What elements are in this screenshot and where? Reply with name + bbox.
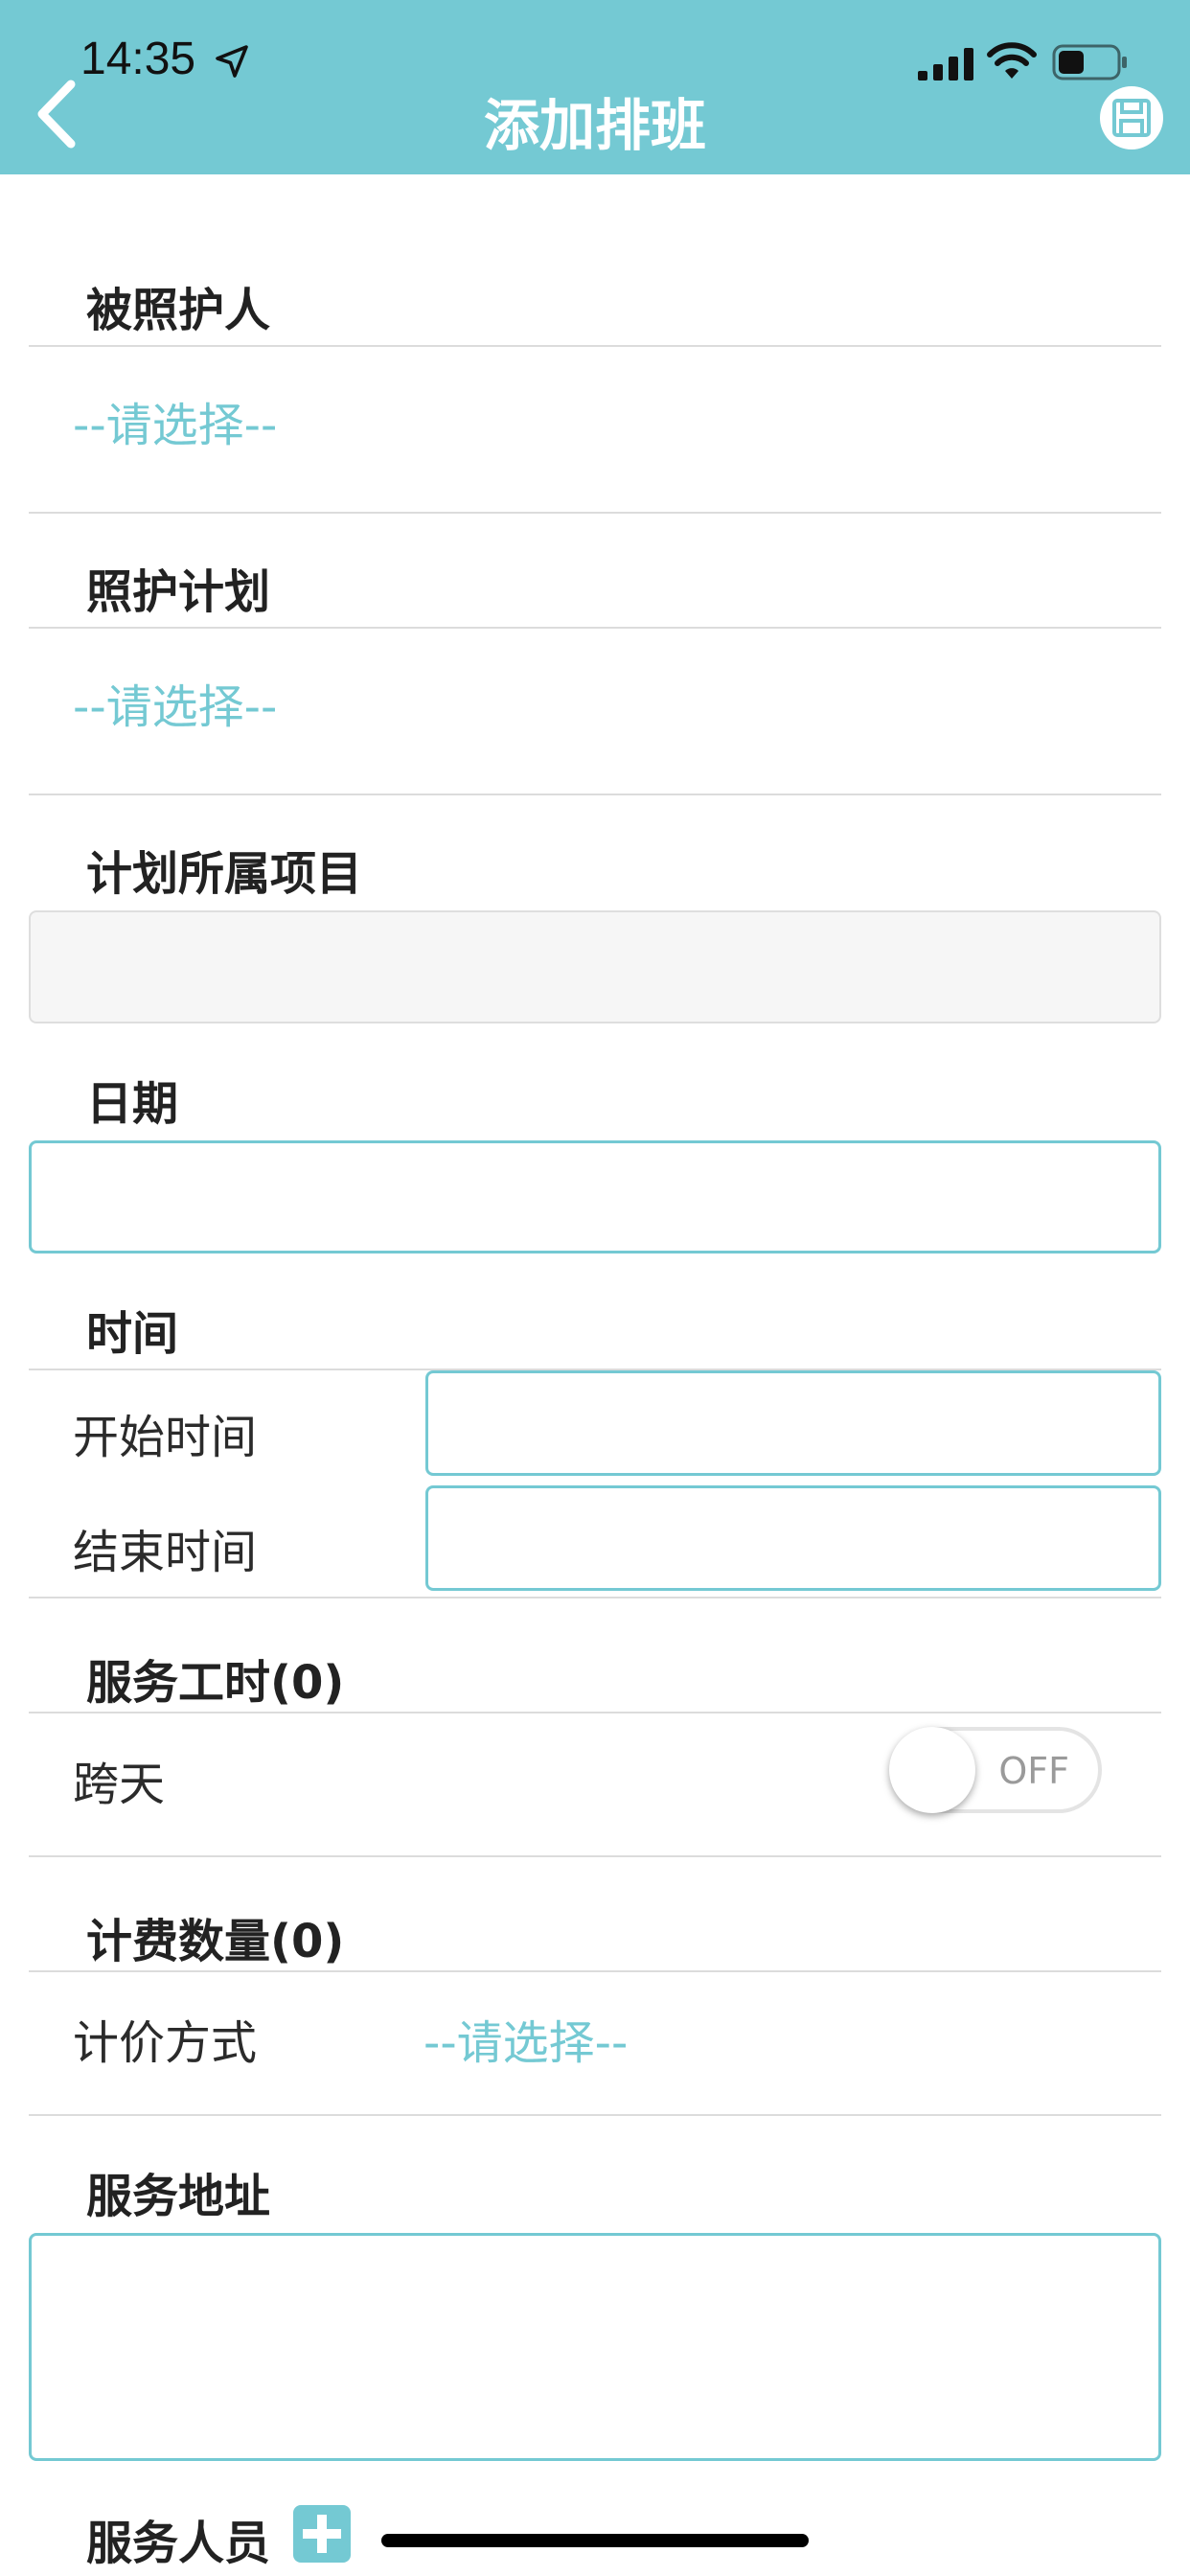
start-time-label: 开始时间 bbox=[73, 1411, 258, 1464]
end-time-label: 结束时间 bbox=[73, 1526, 258, 1579]
plan-project-field bbox=[29, 910, 1161, 1024]
care-recipient-label: 被照护人 bbox=[86, 284, 271, 337]
service-staff-label: 服务人员 bbox=[86, 2517, 271, 2570]
end-time-input[interactable] bbox=[425, 1485, 1161, 1591]
cross-day-label: 跨天 bbox=[73, 1758, 166, 1811]
pricing-method-label: 计价方式 bbox=[73, 2016, 258, 2070]
service-hours-label: 服务工时(0) bbox=[86, 1656, 345, 1710]
divider bbox=[29, 1712, 1161, 1714]
plus-icon bbox=[303, 2515, 341, 2553]
plan-project-label: 计划所属项目 bbox=[86, 847, 363, 901]
date-label: 日期 bbox=[86, 1077, 179, 1131]
divider bbox=[29, 2114, 1161, 2116]
service-address-label: 服务地址 bbox=[86, 2170, 271, 2223]
pricing-method-select[interactable]: --请选择-- bbox=[423, 2005, 628, 2072]
divider bbox=[29, 627, 1161, 629]
divider bbox=[29, 1597, 1161, 1598]
care-plan-label: 照护计划 bbox=[86, 565, 271, 619]
page-title: 添加排班 bbox=[483, 93, 706, 158]
toggle-knob bbox=[889, 1727, 975, 1813]
signal-icon bbox=[918, 48, 973, 80]
wifi-icon bbox=[987, 42, 1037, 79]
billing-quantity-label: 计费数量(0) bbox=[86, 1915, 345, 1968]
location-arrow-icon bbox=[216, 45, 248, 78]
date-input[interactable] bbox=[29, 1140, 1161, 1254]
divider bbox=[29, 794, 1161, 795]
care-plan-select[interactable]: --请选择-- bbox=[73, 669, 277, 736]
divider bbox=[29, 345, 1161, 347]
time-label: 时间 bbox=[86, 1307, 179, 1361]
care-recipient-select[interactable]: --请选择-- bbox=[73, 387, 277, 454]
divider bbox=[29, 1970, 1161, 1972]
toggle-state: OFF bbox=[998, 1750, 1069, 1792]
service-address-textarea[interactable] bbox=[29, 2233, 1161, 2461]
divider bbox=[29, 1855, 1161, 1857]
cross-day-toggle[interactable]: OFF bbox=[889, 1727, 1102, 1813]
battery-icon bbox=[1052, 44, 1127, 80]
save-icon[interactable] bbox=[1098, 84, 1165, 151]
divider bbox=[29, 512, 1161, 514]
home-indicator bbox=[381, 2534, 809, 2547]
add-staff-button[interactable] bbox=[293, 2505, 351, 2563]
start-time-input[interactable] bbox=[425, 1370, 1161, 1476]
status-time: 14:35 bbox=[80, 34, 196, 84]
